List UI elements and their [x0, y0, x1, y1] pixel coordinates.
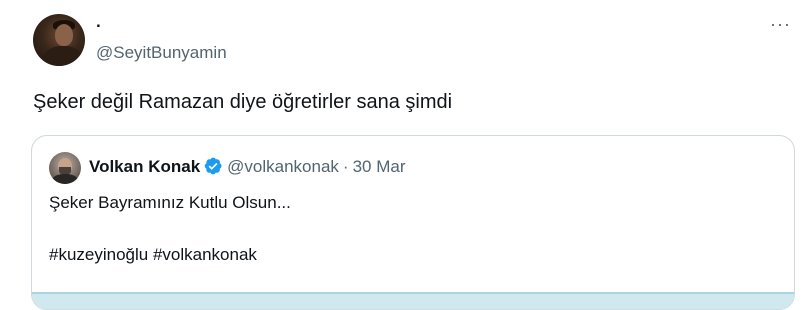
author-handle[interactable]: @SeyitBunyamin — [96, 43, 227, 63]
tweet-text: Şeker değil Ramazan diye öğretirler sana… — [33, 91, 453, 113]
tweet[interactable]: . @SeyitBunyamin ··· Şeker değil Ramazan… — [0, 0, 812, 310]
quoted-hashtags[interactable]: #kuzeyinoğlu #volkankonak — [49, 245, 257, 265]
more-options-icon[interactable]: ··· — [770, 15, 790, 33]
author-display-name[interactable]: . — [96, 12, 101, 32]
verified-badge-icon — [204, 157, 222, 175]
avatar-body — [43, 46, 83, 66]
quoted-avatar[interactable] — [49, 152, 81, 184]
quoted-author-name[interactable]: Volkan Konak — [89, 157, 200, 176]
avatar-face — [55, 24, 73, 46]
quoted-author-handle[interactable]: @volkankonak — [227, 157, 339, 176]
quoted-tweet[interactable]: Volkan Konak @volkankonak · 30 Mar Şeker B… — [31, 135, 795, 310]
avatar[interactable] — [33, 14, 85, 66]
quoted-avatar-body — [52, 174, 78, 184]
quoted-header: Volkan Konak @volkankonak · 30 Mar — [89, 156, 406, 178]
quoted-text-line: Şeker Bayramınız Kutlu Olsun... — [49, 193, 291, 212]
quoted-date[interactable]: 30 Mar — [353, 157, 406, 176]
quoted-separator: · — [342, 157, 349, 176]
